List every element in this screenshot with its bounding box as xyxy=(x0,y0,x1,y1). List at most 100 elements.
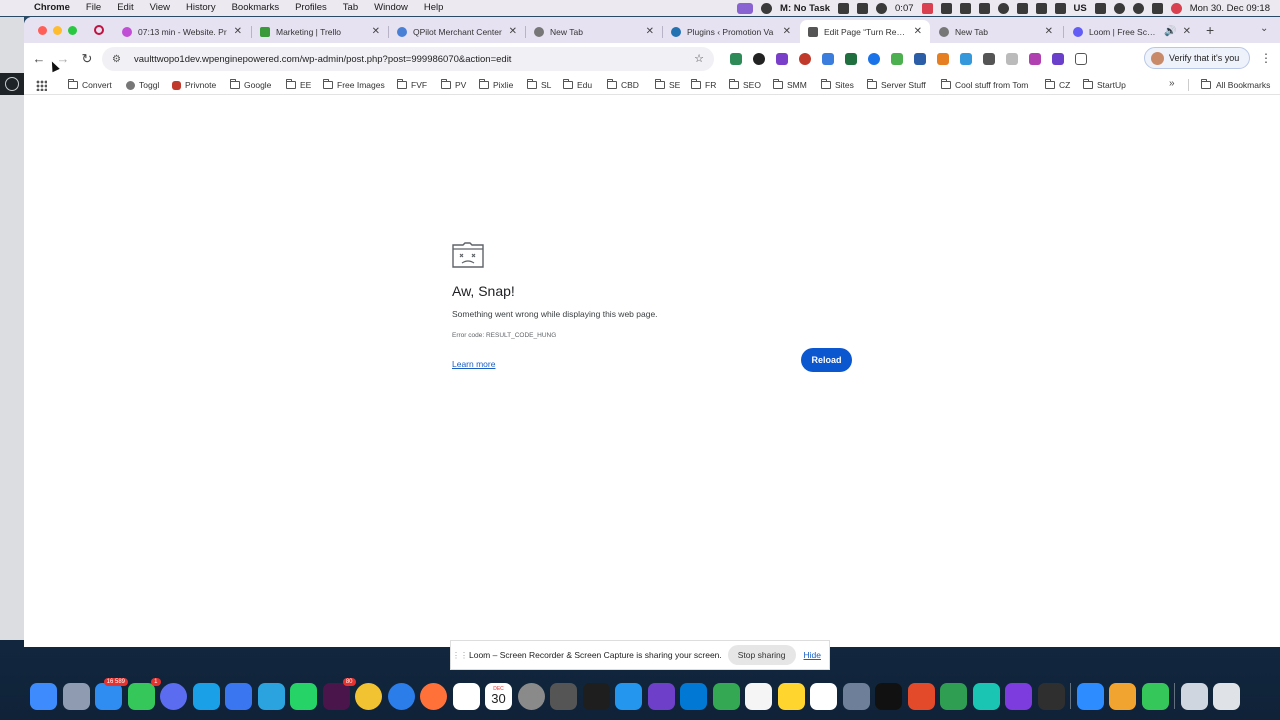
screen-share-icon[interactable] xyxy=(737,2,754,14)
bookmark-star-icon[interactable]: ☆ xyxy=(694,52,704,65)
power-app-icon[interactable] xyxy=(1005,682,1032,710)
extension-10-icon[interactable] xyxy=(937,53,949,65)
menubar-tab[interactable]: Tab xyxy=(335,0,366,16)
close-window-button[interactable] xyxy=(38,26,47,35)
tab-new-tab-2[interactable]: New Tab ✕ xyxy=(931,20,1061,43)
menubar-datetime[interactable]: Mon 30. Dec 09:18 xyxy=(1190,3,1270,14)
extension-12-icon[interactable] xyxy=(983,53,995,65)
close-tab-icon[interactable]: ✕ xyxy=(509,26,517,37)
bookmark-pv[interactable]: PV xyxy=(441,75,466,95)
skype-icon[interactable] xyxy=(192,682,220,710)
reload-icon[interactable]: ↻ xyxy=(78,50,96,68)
new-tab-button[interactable]: + xyxy=(1206,22,1214,38)
bookmark-server-stuff[interactable]: Server Stuff xyxy=(867,75,926,95)
extension-8-icon[interactable] xyxy=(891,53,903,65)
bookmark-convert[interactable]: Convert xyxy=(68,75,112,95)
bookmark-cbd[interactable]: CBD xyxy=(607,75,639,95)
recording-indicator-icon[interactable] xyxy=(94,25,104,35)
close-tab-icon[interactable]: ✕ xyxy=(234,26,242,37)
globe-icon[interactable] xyxy=(997,2,1009,14)
bookmarks-overflow-icon[interactable]: » xyxy=(1169,78,1175,89)
alert-icon[interactable] xyxy=(959,2,971,14)
dropbox-icon[interactable] xyxy=(1016,2,1028,14)
menubar-help[interactable]: Help xyxy=(416,0,452,16)
timer-icon[interactable] xyxy=(876,2,888,14)
extension-1-icon[interactable] xyxy=(730,53,742,65)
pages-icon[interactable] xyxy=(1109,682,1136,710)
bookmark-cz[interactable]: CZ xyxy=(1045,75,1070,95)
extension-14-icon[interactable] xyxy=(1029,53,1041,65)
close-tab-icon[interactable]: ✕ xyxy=(783,26,791,37)
design-app-icon[interactable] xyxy=(972,682,1000,710)
github-desktop-icon[interactable] xyxy=(647,682,675,710)
tab-plugins[interactable]: Plugins ‹ Promotion Va ✕ xyxy=(663,20,799,43)
bookmark-toggl[interactable]: Toggl xyxy=(126,75,159,95)
bookmark-free-images[interactable]: Free Images xyxy=(323,75,385,95)
vscode-icon[interactable] xyxy=(680,682,707,710)
extension-3-icon[interactable] xyxy=(776,53,788,65)
task-app-icon[interactable] xyxy=(761,2,773,14)
menubar-timer[interactable]: 0:07 xyxy=(895,3,914,14)
figma-icon[interactable] xyxy=(582,682,610,710)
facetime-icon[interactable] xyxy=(1141,682,1169,710)
notes-icon[interactable] xyxy=(777,682,805,710)
bookmark-seo[interactable]: SEO xyxy=(729,75,761,95)
notion-icon[interactable] xyxy=(978,2,990,14)
menubar-view[interactable]: View xyxy=(142,0,178,16)
robot-app-icon[interactable] xyxy=(940,682,967,710)
close-tab-icon[interactable]: ✕ xyxy=(1183,26,1191,37)
menubar-edit[interactable]: Edit xyxy=(109,0,141,16)
safari-icon[interactable] xyxy=(387,682,415,710)
extension-5-icon[interactable] xyxy=(822,53,834,65)
bookmark-ee[interactable]: EE xyxy=(286,75,311,95)
extension-7-icon[interactable] xyxy=(868,53,880,65)
bookmark-edu[interactable]: Edu xyxy=(563,75,592,95)
bookmark-fr[interactable]: FR xyxy=(691,75,716,95)
firefox-icon[interactable] xyxy=(420,682,447,710)
mail-icon[interactable]: 16 589 xyxy=(95,677,128,710)
zoom-window-button[interactable] xyxy=(68,26,77,35)
display-icon[interactable] xyxy=(857,2,869,14)
zoom-icon[interactable] xyxy=(1076,682,1104,710)
extensions-puzzle-icon[interactable] xyxy=(1075,53,1087,65)
bluetooth-icon[interactable] xyxy=(1035,2,1047,14)
reminders-icon[interactable] xyxy=(745,682,772,710)
wifi-icon[interactable] xyxy=(1094,2,1106,14)
tab-trello[interactable]: Marketing | Trello ✕ xyxy=(252,20,388,43)
time-machine-icon[interactable] xyxy=(1113,2,1125,14)
learn-more-link[interactable]: Learn more xyxy=(452,359,495,369)
bookmark-se[interactable]: SE xyxy=(655,75,680,95)
tab-search-icon[interactable]: ⌄ xyxy=(1260,23,1268,34)
all-bookmarks[interactable]: All Bookmarks xyxy=(1201,75,1270,95)
menubar-app-name[interactable]: Chrome xyxy=(26,0,78,16)
extension-11-icon[interactable] xyxy=(960,53,972,65)
launchpad-icon[interactable] xyxy=(62,682,90,710)
terminal-icon[interactable] xyxy=(875,682,902,710)
notion-icon[interactable] xyxy=(452,682,480,710)
minimize-window-button[interactable] xyxy=(53,26,62,35)
back-button[interactable]: ← xyxy=(30,50,48,68)
close-tab-icon[interactable]: ✕ xyxy=(914,26,922,37)
tab-loom[interactable]: Loom | Free Screen 🔊 ✕ xyxy=(1065,20,1199,43)
disabled-icon[interactable] xyxy=(838,2,850,14)
audio-icon[interactable]: 🔊 xyxy=(1164,26,1176,37)
site-info-icon[interactable]: ⚙ xyxy=(112,54,126,65)
heart-icon[interactable] xyxy=(921,2,933,14)
drag-handle-icon[interactable]: ⋮⋮ xyxy=(451,651,469,660)
bookmark-fvf[interactable]: FVF xyxy=(397,75,427,95)
reload-button[interactable]: Reload xyxy=(801,348,852,372)
spotlight-icon[interactable] xyxy=(1132,2,1144,14)
extension-15-icon[interactable] xyxy=(1052,53,1064,65)
documents-folder-icon[interactable] xyxy=(1180,682,1208,710)
bookmark-smm[interactable]: SMM xyxy=(773,75,807,95)
bookmark-google[interactable]: Google xyxy=(230,75,271,95)
telegram-icon[interactable] xyxy=(257,682,285,710)
bookmark-sl[interactable]: SL xyxy=(527,75,551,95)
calculator-icon[interactable] xyxy=(550,682,577,710)
menubar-bookmarks[interactable]: Bookmarks xyxy=(224,0,288,16)
close-tab-icon[interactable]: ✕ xyxy=(646,26,654,37)
docker-icon[interactable] xyxy=(615,682,642,710)
messages-icon[interactable]: 1 xyxy=(127,677,161,710)
tab-qpilot[interactable]: QPilot Merchant Center ✕ xyxy=(389,20,525,43)
extension-2-icon[interactable] xyxy=(753,53,765,65)
